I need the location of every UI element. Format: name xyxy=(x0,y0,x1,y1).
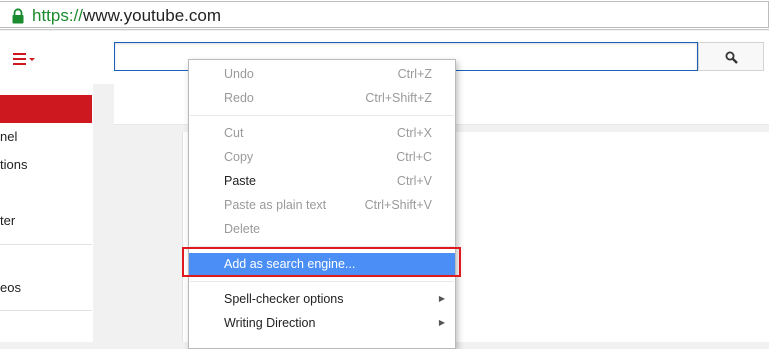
menu-item-label: Copy xyxy=(224,150,254,164)
url-scheme: https:// xyxy=(32,6,84,25)
menu-item-shortcut: Ctrl+Z xyxy=(397,67,432,81)
sidebar-item-subscriptions[interactable]: tions xyxy=(0,157,27,173)
submenu-arrow-icon: ▶ xyxy=(438,294,445,303)
guide-sidebar: nel tions ter eos xyxy=(0,84,93,342)
menu-separator xyxy=(190,115,454,116)
menu-item-paste-plain-text[interactable]: Paste as plain text Ctrl+Shift+V xyxy=(189,194,455,216)
menu-item-shortcut: Ctrl+X xyxy=(396,126,432,140)
url-text: https://www.youtube.com xyxy=(32,6,221,26)
hamburger-menu-icon[interactable] xyxy=(12,51,36,67)
menu-separator xyxy=(190,281,454,282)
menu-item-shortcut: Ctrl+V xyxy=(396,174,432,188)
menu-item-spell-checker-options[interactable]: Spell-checker options ▶ xyxy=(189,288,455,310)
sidebar-item-channel[interactable]: nel xyxy=(0,129,17,145)
sidebar-divider xyxy=(0,244,92,245)
menu-item-label: Writing Direction xyxy=(224,316,316,330)
lock-icon xyxy=(12,8,24,24)
menu-item-shortcut: Ctrl+C xyxy=(396,150,432,164)
menu-item-shortcut: Ctrl+Shift+V xyxy=(364,198,432,212)
browser-omnibox: https://www.youtube.com xyxy=(0,0,769,30)
address-bar[interactable]: https://www.youtube.com xyxy=(0,1,769,28)
menu-item-label: Paste xyxy=(224,174,256,188)
sidebar-item-videos[interactable]: eos xyxy=(0,280,21,296)
menu-item-redo[interactable]: Redo Ctrl+Shift+Z xyxy=(189,87,455,109)
sidebar-active-item[interactable] xyxy=(0,95,92,123)
menu-item-cut[interactable]: Cut Ctrl+X xyxy=(189,122,455,144)
sidebar-divider xyxy=(0,310,92,311)
url-host: www.youtube.com xyxy=(83,6,221,25)
menu-item-label: Cut xyxy=(224,126,244,140)
menu-item-label: Paste as plain text xyxy=(224,198,327,212)
context-menu: Undo Ctrl+Z Redo Ctrl+Shift+Z Cut Ctrl+X… xyxy=(188,59,456,349)
menu-item-undo[interactable]: Undo Ctrl+Z xyxy=(189,63,455,85)
menu-item-label: Redo xyxy=(224,91,254,105)
menu-item-paste[interactable]: Paste Ctrl+V xyxy=(189,170,455,192)
search-button[interactable] xyxy=(698,42,764,71)
menu-item-writing-direction[interactable]: Writing Direction ▶ xyxy=(189,312,455,334)
menu-item-label: Delete xyxy=(224,222,261,236)
menu-item-copy[interactable]: Copy Ctrl+C xyxy=(189,146,455,168)
magnifier-icon xyxy=(725,51,738,64)
menu-item-label: Undo xyxy=(224,67,254,81)
menu-item-shortcut: Ctrl+Shift+Z xyxy=(365,91,432,105)
menu-item-label: Spell-checker options xyxy=(224,292,344,306)
menu-item-delete[interactable]: Delete xyxy=(189,218,455,240)
sidebar-item-later[interactable]: ter xyxy=(0,213,15,229)
submenu-arrow-icon: ▶ xyxy=(438,318,445,327)
annotation-highlight-box xyxy=(182,247,461,277)
